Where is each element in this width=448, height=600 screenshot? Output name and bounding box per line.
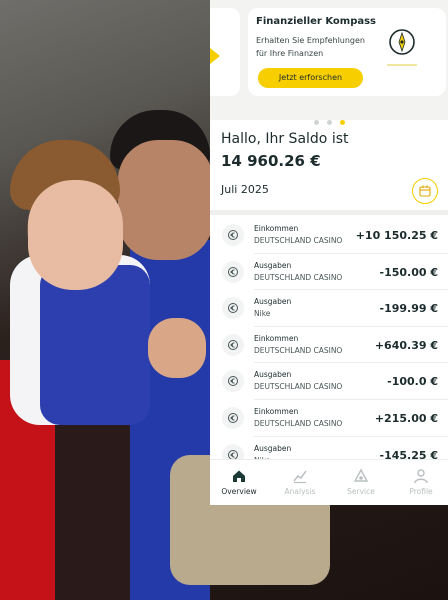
transaction-list: Einkommen DEUTSCHLAND CASINO +10 150.25 € A…	[210, 217, 448, 474]
transaction-type: Ausgaben	[254, 370, 292, 380]
transaction-type: Ausgaben	[254, 260, 292, 270]
transaction-type: Einkommen	[254, 406, 299, 416]
transaction-amount: +215.00 €	[374, 411, 438, 425]
service-icon	[353, 468, 369, 482]
tab-analysis[interactable]: Analysis	[275, 468, 325, 496]
transaction-row[interactable]: Ausgaben DEUTSCHLAND CASINO -150.00 €	[210, 254, 448, 291]
tab-profile[interactable]: Profile	[396, 468, 446, 496]
coin-icon	[222, 260, 244, 283]
transaction-merchant: DEUTSCHLAND CASINO	[254, 345, 343, 355]
promo-card[interactable]: Finanzieller Kompass Erhalten Sie Empfeh…	[248, 8, 446, 96]
month-label: Juli 2025	[221, 183, 269, 196]
photo-child-hand	[148, 318, 206, 378]
tab-label: Analysis	[284, 487, 316, 496]
transaction-amount: -100.0 €	[387, 375, 438, 389]
promo-banner: Finanzieller Kompass Erhalten Sie Empfeh…	[210, 0, 448, 125]
transaction-merchant: DEUTSCHLAND CASINO	[254, 382, 343, 392]
banking-app-screen: Finanzieller Kompass Erhalten Sie Empfeh…	[210, 0, 448, 505]
coin-icon	[222, 406, 244, 429]
transaction-amount: -150.00 €	[379, 265, 439, 279]
transaction-merchant: DEUTSCHLAND CASINO	[254, 418, 343, 428]
photo-child-vest	[40, 265, 150, 425]
carousel-dot-3[interactable]	[339, 120, 345, 125]
home-icon	[233, 470, 245, 482]
transaction-merchant: DEUTSCHLAND CASINO	[254, 272, 343, 282]
balance-amount: 14 960.26 €	[221, 152, 321, 170]
coin-icon	[222, 297, 244, 320]
profile-icon	[414, 469, 428, 484]
previous-promo-card[interactable]	[210, 8, 240, 96]
transaction-amount: +640.39 €	[374, 338, 438, 352]
explore-button[interactable]: Jetzt erforschen	[258, 68, 363, 88]
photo-child-face	[28, 180, 123, 290]
tab-label: Profile	[409, 487, 433, 496]
transaction-row[interactable]: Einkommen DEUTSCHLAND CASINO +640.39 €	[210, 327, 448, 364]
carousel-dot-2[interactable]	[326, 120, 332, 125]
transaction-amount: -199.99 €	[379, 302, 439, 316]
transaction-merchant: DEUTSCHLAND CASINO	[254, 236, 343, 245]
calendar-button[interactable]	[412, 178, 438, 204]
bottom-tab-bar: Overview Analysis Service Profile	[210, 459, 448, 505]
tab-label: Overview	[221, 487, 257, 496]
transaction-type: Einkommen	[254, 333, 299, 343]
balance-greeting: Hallo, Ihr Saldo ist	[221, 131, 349, 147]
transaction-merchant: Nike	[254, 309, 271, 319]
transaction-row[interactable]: Ausgaben DEUTSCHLAND CASINO -100.0 €	[210, 363, 448, 400]
photo-man-face	[118, 140, 213, 260]
compass-icon	[389, 29, 415, 55]
transaction-row[interactable]: Einkommen DEUTSCHLAND CASINO +10 150.25 €	[210, 217, 448, 254]
transaction-type: Ausgaben	[254, 443, 292, 453]
tab-service[interactable]: Service	[336, 468, 386, 496]
tab-label: Service	[347, 487, 375, 496]
transaction-amount: +10 150.25 €	[355, 229, 438, 242]
compass-shadow	[387, 64, 417, 66]
promo-title: Finanzieller Kompass	[256, 16, 376, 27]
transaction-type: Ausgaben	[254, 297, 292, 307]
transaction-type: Einkommen	[254, 224, 299, 233]
transaction-row[interactable]: Einkommen DEUTSCHLAND CASINO +215.00 €	[210, 400, 448, 437]
promo-description: Erhalten Sie Empfehlungen für Ihre Finan…	[256, 36, 366, 58]
transaction-row[interactable]: Ausgaben Nike -199.99 €	[210, 290, 448, 327]
tab-overview[interactable]: Overview	[214, 468, 264, 496]
arrow-icon	[210, 48, 220, 64]
carousel-dots	[210, 110, 448, 125]
coin-icon	[222, 333, 244, 356]
chart-icon	[293, 470, 307, 484]
section-divider	[210, 210, 448, 215]
calendar-icon	[419, 185, 431, 197]
coin-icon	[222, 370, 244, 393]
carousel-dot-1[interactable]	[313, 120, 319, 125]
coin-icon	[222, 224, 244, 246]
